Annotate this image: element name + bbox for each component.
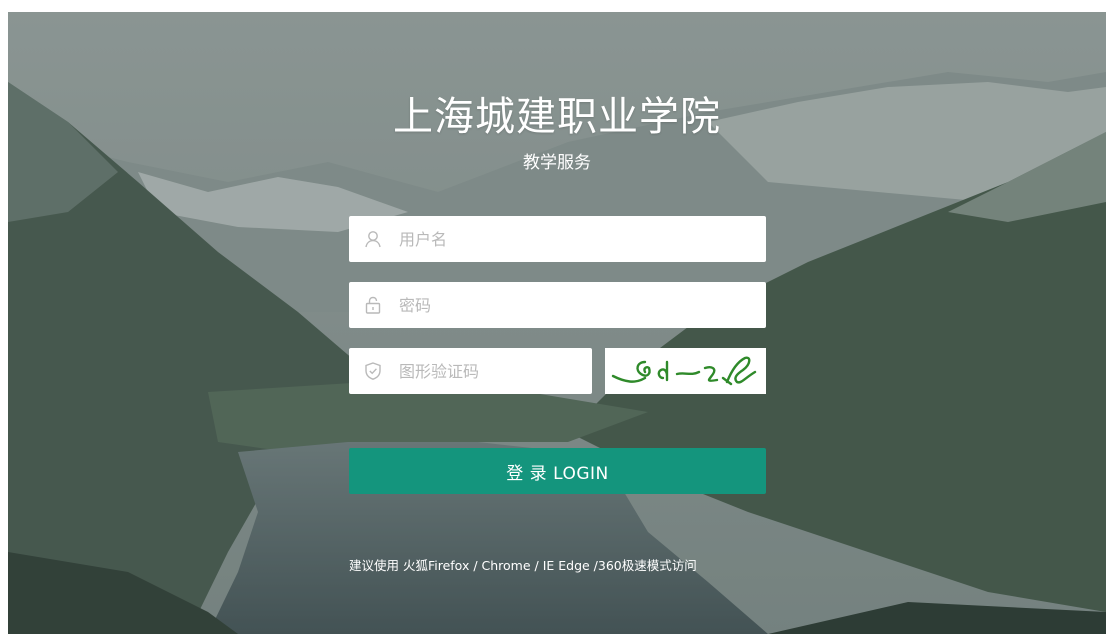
login-button[interactable]: 登 录 LOGIN bbox=[349, 448, 766, 494]
shield-check-icon bbox=[363, 361, 383, 381]
password-input[interactable] bbox=[397, 281, 766, 329]
password-field[interactable] bbox=[349, 281, 766, 329]
school-title: 上海城建职业学院 bbox=[393, 94, 721, 140]
browser-recommendation: 建议使用 火狐Firefox / Chrome / IE Edge /360极速… bbox=[349, 558, 697, 573]
username-field[interactable] bbox=[349, 215, 766, 263]
lock-icon bbox=[363, 295, 383, 315]
captcha-input[interactable] bbox=[397, 347, 592, 395]
login-background: 上海城建职业学院 教学服务 用户名 图形验证码 登 录 LOGIN 建议使用 火… bbox=[8, 12, 1106, 634]
captcha-field[interactable] bbox=[349, 347, 592, 395]
service-subtitle: 教学服务 bbox=[523, 153, 591, 173]
user-icon bbox=[363, 229, 383, 249]
captcha-image[interactable] bbox=[605, 348, 766, 394]
username-input[interactable] bbox=[397, 215, 766, 263]
